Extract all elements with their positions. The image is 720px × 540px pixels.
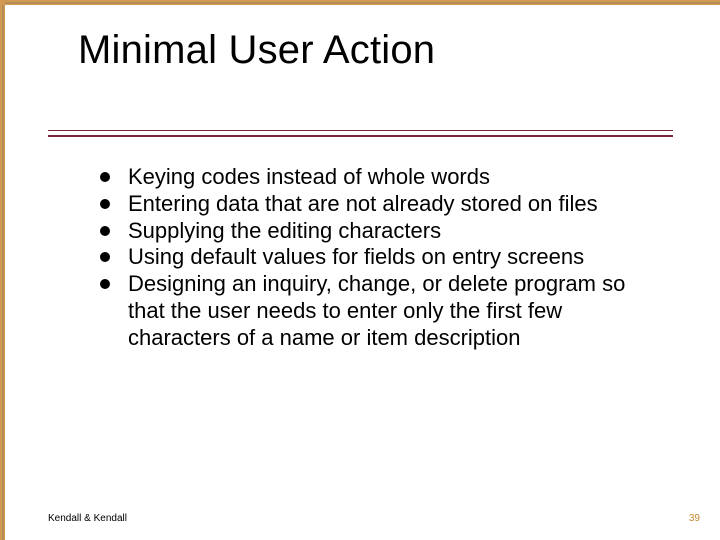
- top-border-shadow: [5, 2, 720, 4]
- left-border-shadow: [2, 5, 4, 540]
- slide: Minimal User Action Keying codes instead…: [0, 0, 720, 540]
- list-item: Supplying the editing characters: [100, 218, 660, 245]
- list-item: Using default values for fields on entry…: [100, 244, 660, 271]
- list-item: Designing an inquiry, change, or delete …: [100, 271, 660, 351]
- footer-author: Kendall & Kendall: [48, 513, 127, 524]
- list-item: Keying codes instead of whole words: [100, 164, 660, 191]
- title-divider: [48, 130, 673, 137]
- bullet-list: Keying codes instead of whole words Ente…: [100, 164, 660, 352]
- page-number: 39: [689, 513, 700, 524]
- list-item: Entering data that are not already store…: [100, 191, 660, 218]
- slide-title: Minimal User Action: [78, 28, 435, 73]
